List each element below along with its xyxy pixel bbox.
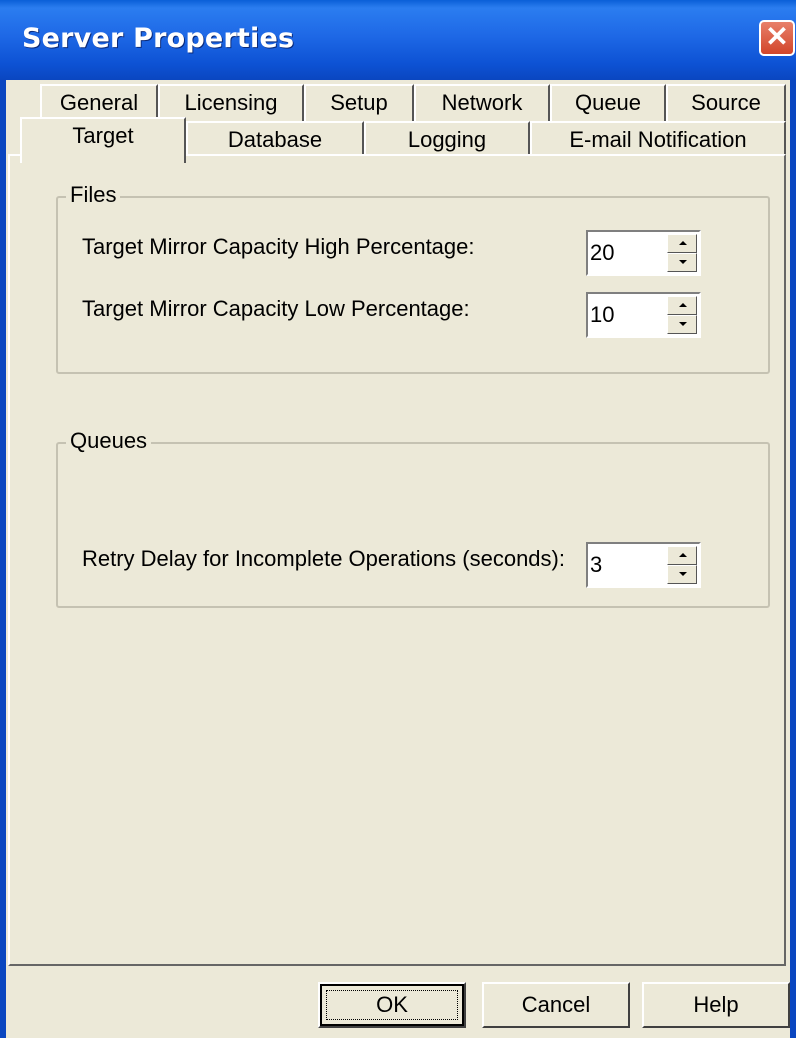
low-percentage-input[interactable] xyxy=(590,298,660,332)
tab-label: Setup xyxy=(330,90,388,115)
server-properties-dialog: Server Properties ✕ General Licensing Se… xyxy=(0,0,796,1038)
retry-delay-input[interactable] xyxy=(590,548,660,582)
tab-network[interactable]: Network xyxy=(414,84,550,121)
tab-label: General xyxy=(59,90,139,115)
spin-up-arrow-icon[interactable] xyxy=(667,296,697,315)
retry-delay-label: Retry Delay for Incomplete Operations (s… xyxy=(82,546,565,571)
tab-database[interactable]: Database xyxy=(186,121,364,158)
cancel-button-label: Cancel xyxy=(521,992,591,1017)
help-button[interactable]: Help xyxy=(642,982,790,1028)
help-button-label: Help xyxy=(693,992,739,1017)
tab-source[interactable]: Source xyxy=(666,84,786,121)
tab-licensing[interactable]: Licensing xyxy=(158,84,304,121)
tab-label: Source xyxy=(691,90,761,115)
high-percentage-input[interactable] xyxy=(590,236,660,270)
tab-general[interactable]: General xyxy=(40,84,158,121)
tab-label: Network xyxy=(441,90,523,115)
window-frame-left xyxy=(0,80,6,1038)
tab-logging[interactable]: Logging xyxy=(364,121,530,158)
cancel-button[interactable]: Cancel xyxy=(482,982,630,1028)
files-group-title: Files xyxy=(66,182,121,208)
low-percentage-spinner xyxy=(586,292,701,338)
high-percentage-label: Target Mirror Capacity High Percentage: xyxy=(82,234,475,259)
window-frame-right xyxy=(790,80,796,1038)
spin-up-arrow-icon[interactable] xyxy=(667,234,697,253)
tab-label: Target xyxy=(72,123,134,148)
title-bar[interactable]: Server Properties ✕ xyxy=(0,0,796,80)
tab-page-target: Files Target Mirror Capacity High Percen… xyxy=(8,154,786,966)
queues-group-title: Queues xyxy=(66,428,152,454)
tab-setup[interactable]: Setup xyxy=(304,84,414,121)
tab-label: Licensing xyxy=(184,90,278,115)
tab-label: Logging xyxy=(407,127,487,152)
spin-down-arrow-icon[interactable] xyxy=(667,315,697,334)
spin-down-arrow-icon[interactable] xyxy=(667,253,697,272)
focus-rectangle xyxy=(326,990,458,1020)
spin-up-arrow-icon[interactable] xyxy=(667,546,697,565)
tab-label: Database xyxy=(227,127,323,152)
tab-email-notification[interactable]: E-mail Notification xyxy=(530,121,786,158)
ok-button[interactable]: OK xyxy=(318,982,466,1028)
close-icon[interactable]: ✕ xyxy=(759,20,795,56)
low-percentage-label: Target Mirror Capacity Low Percentage: xyxy=(82,296,470,321)
window-title: Server Properties xyxy=(22,23,295,54)
tab-label: E-mail Notification xyxy=(569,127,747,152)
tab-queue[interactable]: Queue xyxy=(550,84,666,121)
tab-target[interactable]: Target xyxy=(20,117,186,163)
spin-down-arrow-icon[interactable] xyxy=(667,565,697,584)
tab-label: Queue xyxy=(574,90,642,115)
files-group xyxy=(56,196,770,374)
high-percentage-spinner xyxy=(586,230,701,276)
retry-delay-spinner xyxy=(586,542,701,588)
